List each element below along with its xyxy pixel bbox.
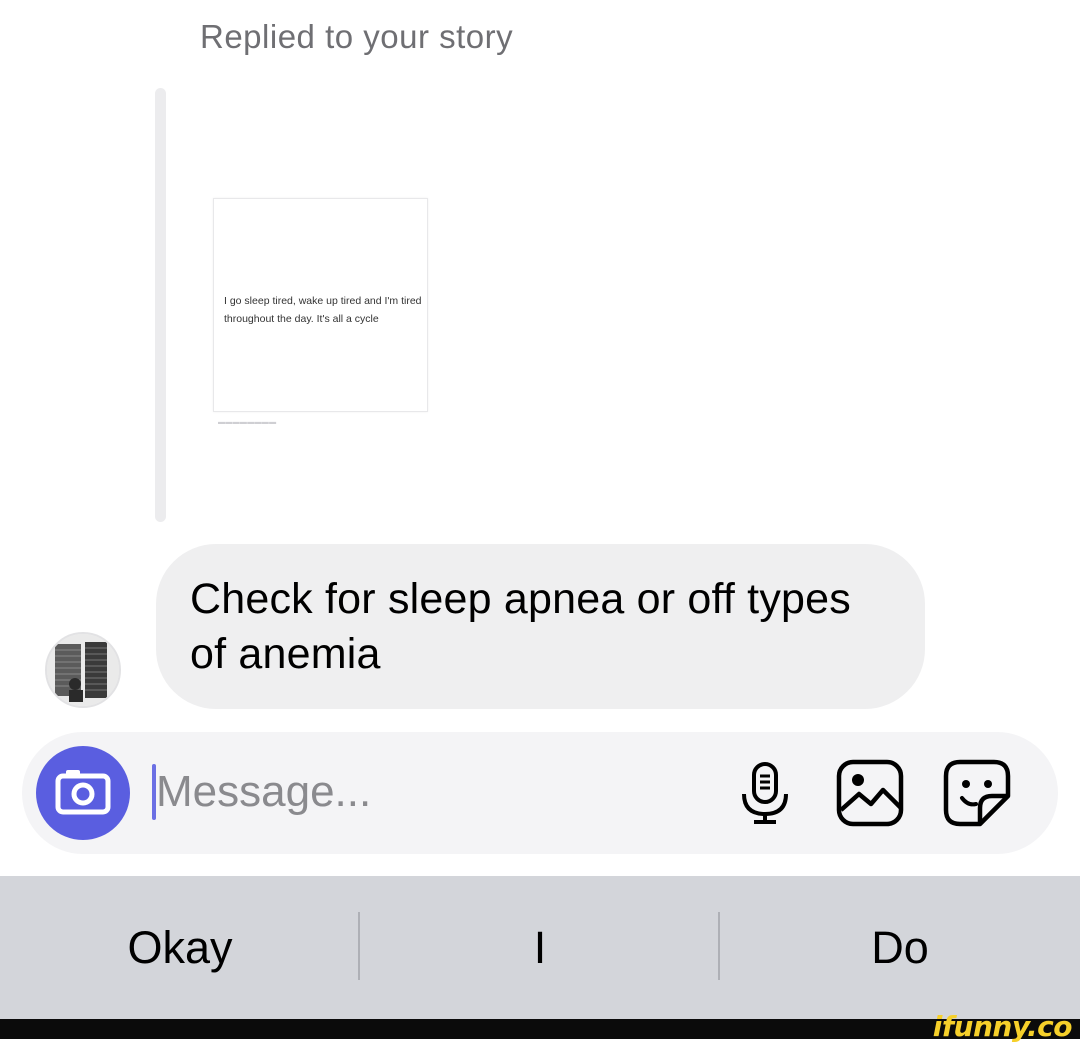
message-input[interactable] (156, 762, 676, 822)
camera-icon (55, 770, 111, 815)
gallery-icon[interactable] (835, 758, 905, 828)
story-preview-text: I go sleep tired, wake up tired and I'm … (224, 295, 422, 325)
reply-header: Replied to your story (200, 18, 514, 55)
suggestion-2[interactable]: I (360, 876, 720, 1019)
suggestion-3[interactable]: Do (720, 876, 1080, 1019)
message-text: Check for sleep apnea or off types of an… (190, 575, 851, 678)
watermark: ifunny.co (932, 1010, 1073, 1043)
reply-quote-bar (155, 88, 166, 522)
bottom-strip (0, 1019, 1080, 1039)
story-preview[interactable]: I go sleep tired, wake up tired and I'm … (213, 198, 428, 412)
message-bubble[interactable]: Check for sleep apnea or off types of an… (156, 544, 925, 709)
keyboard-suggestion-bar: Okay I Do (0, 876, 1080, 1019)
sticker-icon[interactable] (942, 758, 1012, 828)
camera-button[interactable] (36, 746, 130, 840)
message-composer (22, 732, 1058, 854)
microphone-icon[interactable] (730, 758, 800, 828)
sender-avatar[interactable] (45, 632, 121, 708)
suggestion-1[interactable]: Okay (0, 876, 360, 1019)
story-credit: ▬▬▬▬▬▬▬▬ (218, 419, 277, 426)
